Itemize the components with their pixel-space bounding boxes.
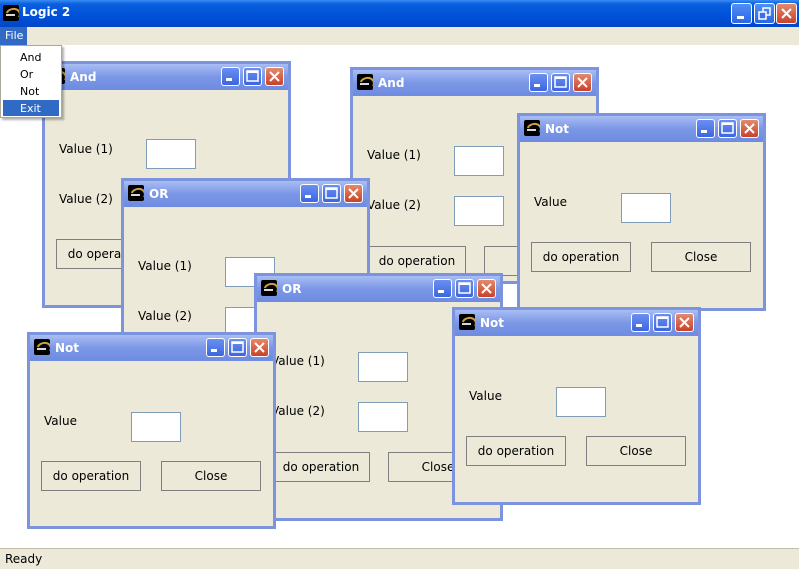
value-1-label: Value (1): [367, 148, 421, 162]
do-operation-button[interactable]: do operation: [531, 242, 631, 272]
value-1-input[interactable]: [358, 352, 408, 382]
status-bar: Ready: [0, 548, 799, 569]
app-title-bar: Logic 2: [0, 0, 799, 27]
close-button[interactable]: [265, 67, 284, 86]
value-label: Value: [469, 389, 502, 403]
do-operation-button[interactable]: do operation: [272, 452, 370, 482]
window-icon: [459, 314, 475, 330]
not-window-title-bar[interactable]: Not: [455, 310, 698, 336]
minimize-button[interactable]: [731, 3, 752, 24]
value-label: Value: [534, 195, 567, 209]
value-2-label: Value (2): [367, 198, 421, 212]
maximize-button[interactable]: [455, 279, 474, 298]
minimize-button[interactable]: [529, 73, 548, 92]
minimize-button[interactable]: [696, 119, 715, 138]
window-icon: [357, 74, 373, 90]
not-window: Not Value do operation Close: [452, 307, 701, 505]
value-1-label: Value (1): [138, 259, 192, 273]
and-window-title-bar[interactable]: And: [45, 64, 288, 90]
do-operation-button[interactable]: do operation: [368, 246, 466, 276]
do-operation-button[interactable]: do operation: [41, 461, 141, 491]
status-text: Ready: [5, 552, 43, 566]
close-button[interactable]: [573, 73, 592, 92]
value-2-label: Value (2): [271, 404, 325, 418]
value-1-input[interactable]: [146, 139, 196, 169]
close-window-button[interactable]: Close: [161, 461, 261, 491]
window-icon: [261, 280, 277, 296]
maximize-button[interactable]: [718, 119, 737, 138]
value-2-label: Value (2): [138, 309, 192, 323]
file-dropdown-menu: And Or Not Exit: [0, 45, 62, 118]
close-button[interactable]: [477, 279, 496, 298]
or-window-title-bar[interactable]: OR: [257, 276, 500, 302]
value-2-label: Value (2): [59, 192, 113, 206]
value-input[interactable]: [131, 412, 181, 442]
app-title: Logic 2: [22, 5, 71, 19]
maximize-button[interactable]: [228, 338, 247, 357]
value-2-input[interactable]: [454, 196, 504, 226]
minimize-button[interactable]: [221, 67, 240, 86]
minimize-button[interactable]: [206, 338, 225, 357]
maximize-button[interactable]: [322, 184, 341, 203]
close-button[interactable]: [776, 3, 797, 24]
value-1-label: Value (1): [59, 142, 113, 156]
window-icon: [128, 185, 144, 201]
minimize-button[interactable]: [433, 279, 452, 298]
menu-item-and[interactable]: And: [3, 49, 59, 65]
maximize-button[interactable]: [551, 73, 570, 92]
maximize-button[interactable]: [243, 67, 262, 86]
value-input[interactable]: [621, 193, 671, 223]
menu-bar: File: [0, 27, 799, 45]
restore-button[interactable]: [754, 3, 775, 24]
not-window: Not Value do operation Close: [517, 113, 766, 311]
close-button[interactable]: [740, 119, 759, 138]
menu-item-not[interactable]: Not: [3, 83, 59, 99]
not-window: Not Value do operation Close: [27, 332, 276, 529]
minimize-button[interactable]: [631, 313, 650, 332]
value-1-input[interactable]: [454, 146, 504, 176]
close-window-button[interactable]: Close: [651, 242, 751, 272]
window-icon: [34, 339, 50, 355]
do-operation-button[interactable]: do operation: [466, 436, 566, 466]
not-window-title-bar[interactable]: Not: [30, 335, 273, 361]
maximize-button[interactable]: [653, 313, 672, 332]
and-window-title-bar[interactable]: And: [353, 70, 596, 96]
minimize-button[interactable]: [300, 184, 319, 203]
menu-item-or[interactable]: Or: [3, 66, 59, 82]
not-window-title-bar[interactable]: Not: [520, 116, 763, 142]
close-button[interactable]: [675, 313, 694, 332]
app-icon: [3, 5, 19, 21]
close-button[interactable]: [250, 338, 269, 357]
window-icon: [524, 120, 540, 136]
value-label: Value: [44, 414, 77, 428]
value-2-input[interactable]: [358, 402, 408, 432]
or-window-title-bar[interactable]: OR: [124, 181, 367, 207]
value-1-label: Value (1): [271, 354, 325, 368]
menu-file[interactable]: File: [0, 27, 27, 45]
value-input[interactable]: [556, 387, 606, 417]
close-window-button[interactable]: Close: [586, 436, 686, 466]
menu-item-exit[interactable]: Exit: [3, 100, 59, 116]
close-button[interactable]: [344, 184, 363, 203]
